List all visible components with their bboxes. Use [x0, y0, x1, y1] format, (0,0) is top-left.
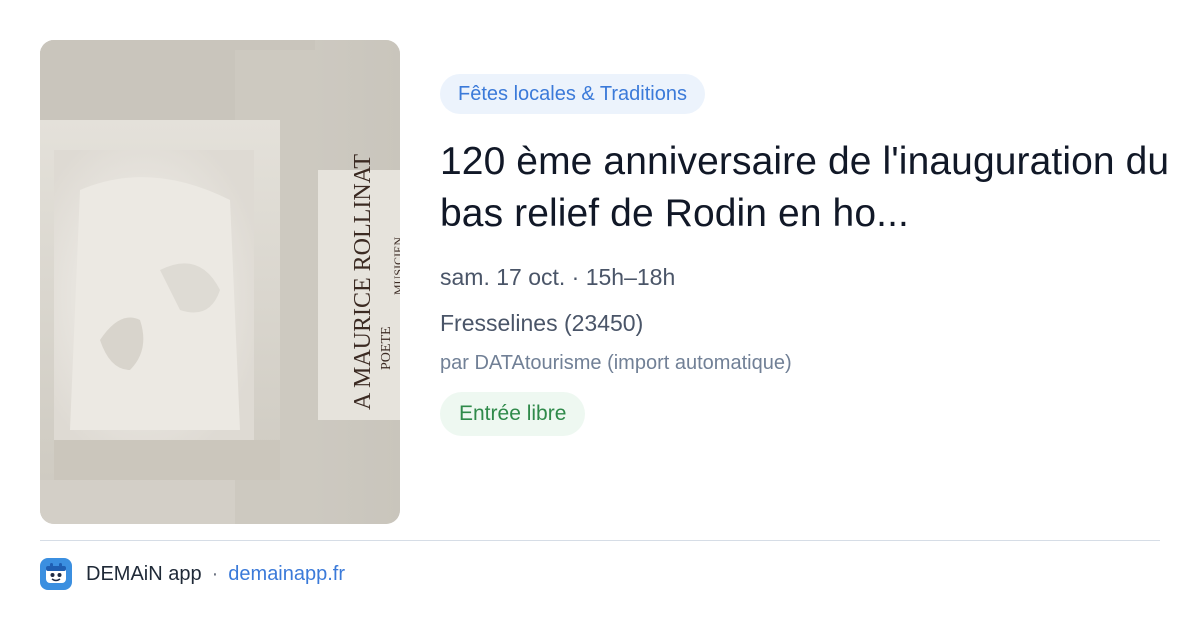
event-date: sam. 17 oct. · 15h–18h [440, 264, 676, 290]
event-photo[interactable]: A MAURICE ROLLINAT POETE MUSICIEN [40, 40, 400, 524]
bas-relief-image: A MAURICE ROLLINAT POETE MUSICIEN [40, 40, 400, 524]
demain-app-icon[interactable] [40, 558, 72, 590]
plaque-text-musicien: MUSICIEN [391, 237, 400, 295]
app-name: DEMAiN app [86, 562, 202, 585]
plaque-text-poete: POETE [379, 326, 394, 370]
category-badge[interactable]: Fêtes locales & Traditions [440, 74, 705, 114]
footer-divider [40, 540, 1160, 541]
footer: DEMAiN app · demainapp.fr [40, 558, 345, 590]
footer-separator: · [211, 562, 219, 585]
price-badge: Entrée libre [440, 392, 586, 436]
event-location: Fresselines (23450) [440, 310, 644, 336]
event-title[interactable]: 120 ème anniversaire de l'inauguration d… [440, 136, 1170, 240]
app-url-link[interactable]: demainapp.fr [228, 563, 345, 586]
event-details: Fêtes locales & Traditions 120 ème anniv… [440, 74, 1170, 436]
event-source: par DATAtourisme (import automatique) [440, 352, 792, 374]
plaque-text-name: A MAURICE ROLLINAT [350, 154, 376, 410]
